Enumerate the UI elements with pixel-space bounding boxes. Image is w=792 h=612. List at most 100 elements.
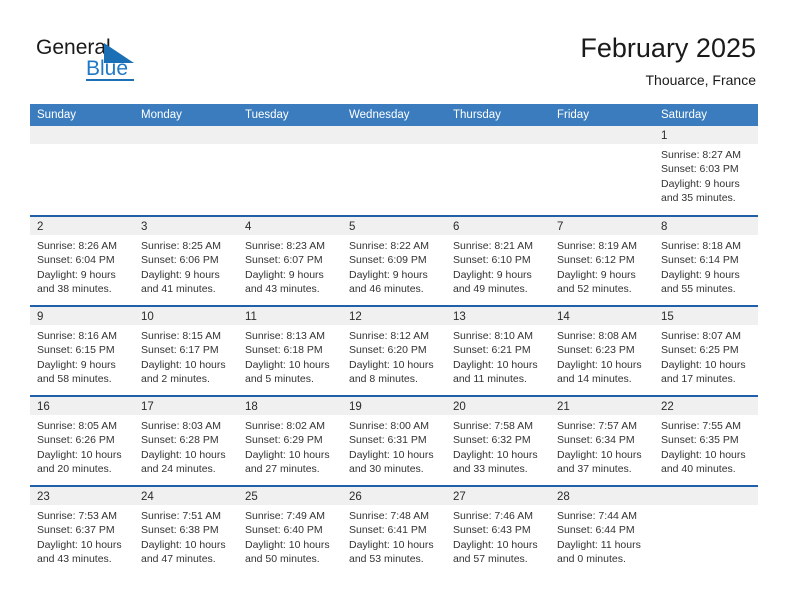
day-details: Sunrise: 8:15 AM Sunset: 6:17 PM Daylight:…	[134, 325, 238, 387]
day-details: Sunrise: 7:57 AM Sunset: 6:34 PM Daylight:…	[550, 415, 654, 477]
day-number-band: 12	[342, 307, 446, 325]
day-number-band: 28	[550, 487, 654, 505]
day-number-band: 13	[446, 307, 550, 325]
day-detail-line: Sunset: 6:34 PM	[557, 434, 635, 447]
calendar-day-cell[interactable]: 15 Sunrise: 8:07 AM Sunset: 6:25 PM Dayligh…	[654, 307, 758, 395]
day-detail-line: Sunset: 6:23 PM	[557, 344, 635, 357]
day-detail-line: Sunrise: 8:08 AM	[557, 330, 637, 342]
day-details: Sunrise: 8:07 AM Sunset: 6:25 PM Daylight:…	[654, 325, 758, 387]
day-detail-line: Sunrise: 8:03 AM	[141, 420, 221, 432]
calendar-day-cell[interactable]: 2 Sunrise: 8:26 AM Sunset: 6:04 PM Daylight…	[30, 217, 134, 305]
day-detail-line: Sunset: 6:28 PM	[141, 434, 219, 447]
day-detail-line: and 20 minutes.	[37, 463, 112, 476]
day-detail-line: Sunset: 6:10 PM	[453, 254, 531, 267]
calendar-day-cell[interactable]: 28 Sunrise: 7:44 AM Sunset: 6:44 PM Dayligh…	[550, 487, 654, 575]
calendar-day-cell[interactable]: 12 Sunrise: 8:12 AM Sunset: 6:20 PM Dayligh…	[342, 307, 446, 395]
calendar-day-cell[interactable]: 10 Sunrise: 8:15 AM Sunset: 6:17 PM Dayligh…	[134, 307, 238, 395]
day-number-band	[550, 126, 654, 144]
calendar-day-cell[interactable]: 25 Sunrise: 7:49 AM Sunset: 6:40 PM Dayligh…	[238, 487, 342, 575]
day-detail-line: and 14 minutes.	[557, 373, 632, 386]
calendar-day-cell[interactable]: 22 Sunrise: 7:55 AM Sunset: 6:35 PM Dayligh…	[654, 397, 758, 485]
day-number: 28	[557, 491, 570, 503]
calendar-day-cell[interactable]: 5 Sunrise: 8:22 AM Sunset: 6:09 PM Daylight…	[342, 217, 446, 305]
day-detail-line: and 11 minutes.	[453, 373, 527, 386]
day-detail-line: Sunrise: 8:10 AM	[453, 330, 533, 342]
day-details: Sunrise: 8:19 AM Sunset: 6:12 PM Daylight:…	[550, 235, 654, 297]
calendar-day-cell[interactable]: 11 Sunrise: 8:13 AM Sunset: 6:18 PM Dayligh…	[238, 307, 342, 395]
general-blue-logo[interactable]: General Blue	[36, 36, 166, 88]
day-detail-line: Sunrise: 7:53 AM	[37, 510, 117, 522]
calendar-day-cell[interactable]: 6 Sunrise: 8:21 AM Sunset: 6:10 PM Daylight…	[446, 217, 550, 305]
day-detail-line: and 46 minutes.	[349, 283, 424, 296]
day-number: 22	[661, 401, 674, 413]
day-number-band: 27	[446, 487, 550, 505]
day-detail-line: and 47 minutes.	[141, 553, 216, 566]
logo-underline	[86, 79, 134, 81]
day-detail-line: Sunset: 6:03 PM	[661, 163, 739, 176]
day-detail-line: Sunset: 6:37 PM	[37, 524, 115, 537]
calendar-day-cell[interactable]: 20 Sunrise: 7:58 AM Sunset: 6:32 PM Dayligh…	[446, 397, 550, 485]
calendar-day-cell[interactable]: 14 Sunrise: 8:08 AM Sunset: 6:23 PM Dayligh…	[550, 307, 654, 395]
day-detail-line: and 43 minutes.	[245, 283, 320, 296]
day-number: 25	[245, 491, 258, 503]
day-detail-line: Sunrise: 7:44 AM	[557, 510, 637, 522]
calendar-day-cell-empty	[550, 126, 654, 215]
day-detail-line: Daylight: 10 hours	[453, 538, 538, 551]
calendar-day-cell[interactable]: 3 Sunrise: 8:25 AM Sunset: 6:06 PM Daylight…	[134, 217, 238, 305]
calendar-day-cell[interactable]: 1 Sunrise: 8:27 AM Sunset: 6:03 PM Daylight…	[654, 126, 758, 215]
day-number-band: 9	[30, 307, 134, 325]
day-number: 5	[349, 221, 356, 233]
day-detail-line: Sunrise: 8:16 AM	[37, 330, 117, 342]
day-detail-line: Daylight: 9 hours	[661, 268, 740, 281]
day-detail-line: Sunrise: 8:18 AM	[661, 240, 741, 252]
day-detail-line: Daylight: 10 hours	[141, 538, 226, 551]
calendar-week-row: 2 Sunrise: 8:26 AM Sunset: 6:04 PM Daylight…	[30, 215, 758, 305]
calendar-day-cell[interactable]: 13 Sunrise: 8:10 AM Sunset: 6:21 PM Dayligh…	[446, 307, 550, 395]
calendar-day-cell[interactable]: 27 Sunrise: 7:46 AM Sunset: 6:43 PM Dayligh…	[446, 487, 550, 575]
day-detail-line: Daylight: 10 hours	[245, 538, 330, 551]
day-detail-line: and 43 minutes.	[37, 553, 112, 566]
day-detail-line: and 33 minutes.	[453, 463, 528, 476]
calendar-day-cell[interactable]: 26 Sunrise: 7:48 AM Sunset: 6:41 PM Dayligh…	[342, 487, 446, 575]
calendar-day-cell[interactable]: 17 Sunrise: 8:03 AM Sunset: 6:28 PM Dayligh…	[134, 397, 238, 485]
day-number-band: 19	[342, 397, 446, 415]
day-detail-line: Sunrise: 7:51 AM	[141, 510, 221, 522]
calendar-day-cell[interactable]: 9 Sunrise: 8:16 AM Sunset: 6:15 PM Daylight…	[30, 307, 134, 395]
day-detail-line: Daylight: 10 hours	[453, 448, 538, 461]
weekday-header-thursday: Thursday	[453, 109, 501, 121]
calendar-day-cell[interactable]: 24 Sunrise: 7:51 AM Sunset: 6:38 PM Dayligh…	[134, 487, 238, 575]
day-number: 13	[453, 311, 466, 323]
calendar-day-cell[interactable]: 18 Sunrise: 8:02 AM Sunset: 6:29 PM Dayligh…	[238, 397, 342, 485]
day-number: 15	[661, 311, 674, 323]
weekday-header-tuesday: Tuesday	[245, 109, 289, 121]
day-detail-line: and 17 minutes.	[661, 373, 736, 386]
day-detail-line: Sunset: 6:44 PM	[557, 524, 635, 537]
day-number-band: 1	[654, 126, 758, 144]
day-detail-line: Sunset: 6:29 PM	[245, 434, 323, 447]
day-number: 27	[453, 491, 466, 503]
calendar-day-cell[interactable]: 23 Sunrise: 7:53 AM Sunset: 6:37 PM Dayligh…	[30, 487, 134, 575]
calendar-day-cell[interactable]: 21 Sunrise: 7:57 AM Sunset: 6:34 PM Dayligh…	[550, 397, 654, 485]
day-detail-line: Sunrise: 7:48 AM	[349, 510, 429, 522]
title-block: February 2025 Thouarce, France	[580, 32, 756, 89]
calendar-day-cell[interactable]: 7 Sunrise: 8:19 AM Sunset: 6:12 PM Daylight…	[550, 217, 654, 305]
day-details: Sunrise: 7:58 AM Sunset: 6:32 PM Daylight:…	[446, 415, 550, 477]
calendar-day-cell[interactable]: 19 Sunrise: 8:00 AM Sunset: 6:31 PM Dayligh…	[342, 397, 446, 485]
day-details: Sunrise: 8:18 AM Sunset: 6:14 PM Daylight:…	[654, 235, 758, 297]
day-number-band	[134, 126, 238, 144]
day-number: 4	[245, 221, 252, 233]
calendar-day-cell[interactable]: 8 Sunrise: 8:18 AM Sunset: 6:14 PM Daylight…	[654, 217, 758, 305]
day-detail-line: Sunrise: 8:15 AM	[141, 330, 221, 342]
calendar-day-cell-empty	[134, 126, 238, 215]
day-detail-line: Sunrise: 8:22 AM	[349, 240, 429, 252]
day-detail-line: and 58 minutes.	[37, 373, 112, 386]
day-number-band: 20	[446, 397, 550, 415]
day-detail-line: and 55 minutes.	[661, 283, 736, 296]
day-detail-line: Sunset: 6:15 PM	[37, 344, 115, 357]
day-detail-line: Sunset: 6:21 PM	[453, 344, 531, 357]
day-details: Sunrise: 8:21 AM Sunset: 6:10 PM Daylight:…	[446, 235, 550, 297]
calendar-day-cell[interactable]: 16 Sunrise: 8:05 AM Sunset: 6:26 PM Dayligh…	[30, 397, 134, 485]
calendar-day-cell[interactable]: 4 Sunrise: 8:23 AM Sunset: 6:07 PM Daylight…	[238, 217, 342, 305]
day-detail-line: Sunset: 6:20 PM	[349, 344, 427, 357]
calendar-day-cell-empty	[654, 487, 758, 575]
